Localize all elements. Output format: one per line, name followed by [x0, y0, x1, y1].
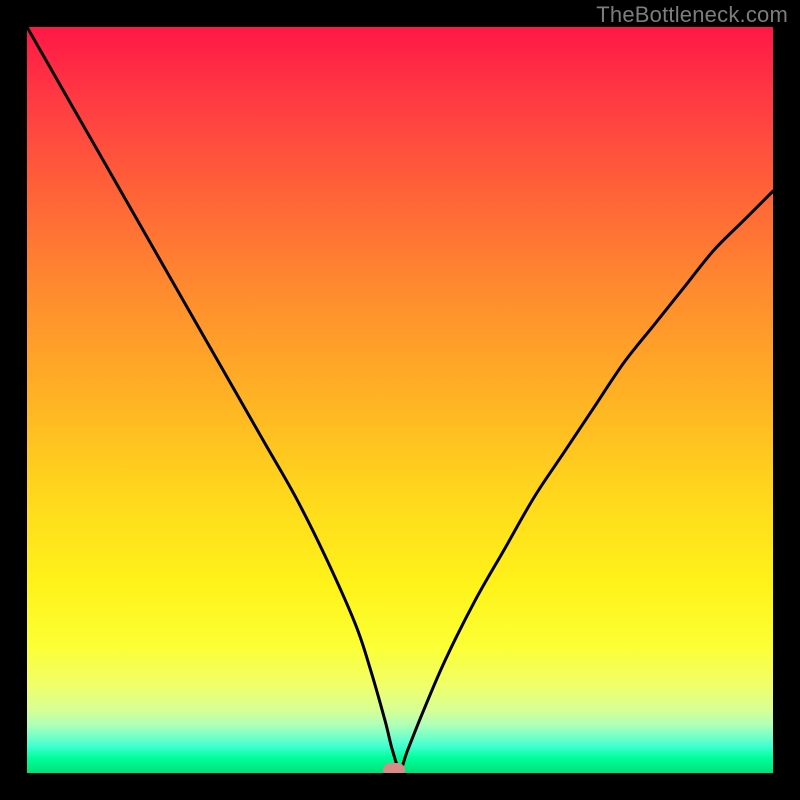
plot-area: [27, 27, 773, 773]
watermark-text: TheBottleneck.com: [596, 2, 788, 28]
bottleneck-curve: [27, 27, 773, 769]
chart-frame: TheBottleneck.com: [0, 0, 800, 800]
minimum-marker: [383, 763, 405, 773]
curve-svg: [27, 27, 773, 773]
